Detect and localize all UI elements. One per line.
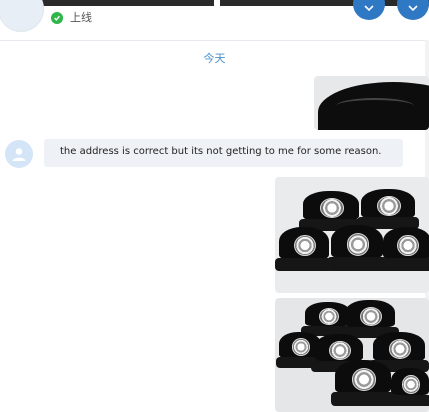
header-action-button[interactable]: [353, 0, 385, 20]
user-icon: [12, 148, 26, 161]
image-message[interactable]: [275, 298, 429, 412]
image-message[interactable]: [275, 177, 429, 293]
header-menu-button[interactable]: [397, 0, 429, 20]
cap-photo: [379, 227, 429, 271]
sender-avatar[interactable]: [5, 140, 33, 168]
message-bubble: the address is correct but its not getti…: [44, 139, 403, 167]
cap-photo: [275, 227, 333, 271]
cap-photo: [330, 360, 396, 406]
online-status-text: 上线: [70, 11, 92, 24]
cap-photo: [356, 189, 420, 229]
date-divider: 今天: [203, 52, 226, 65]
cap-photo: [326, 225, 388, 271]
image-message[interactable]: [314, 76, 429, 130]
cap-photo: [387, 368, 429, 406]
contact-avatar[interactable]: [0, 0, 44, 32]
chevron-down-icon: [364, 5, 374, 12]
chevron-down-icon: [408, 5, 418, 12]
chat-header: 上线: [0, 0, 429, 41]
online-status-icon: [51, 12, 63, 24]
